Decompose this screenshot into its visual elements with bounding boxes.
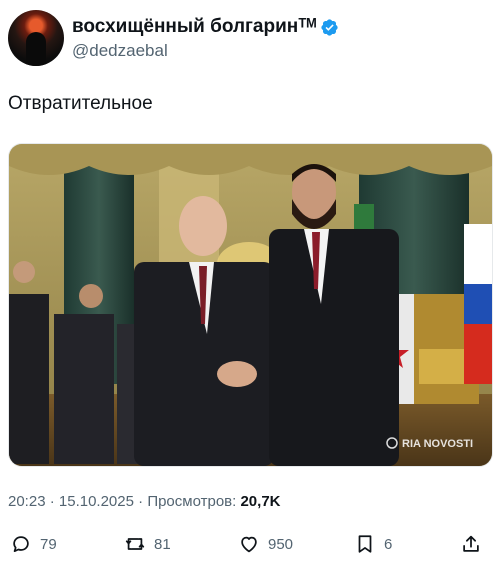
views-label: Просмотров: — [147, 493, 237, 510]
reply-button[interactable]: 79 — [10, 528, 57, 560]
share-icon — [463, 535, 479, 552]
bookmark-count: 6 — [384, 535, 393, 553]
repost-button[interactable]: 81 — [124, 528, 171, 560]
bookmark-icon — [358, 535, 372, 553]
meta-separator: · — [49, 493, 55, 510]
views-count: 20,7K — [240, 493, 281, 510]
like-count: 950 — [268, 535, 294, 553]
reply-icon — [13, 536, 29, 553]
heart-icon — [241, 536, 257, 553]
tweet-text: Отвратительное — [8, 93, 153, 114]
tweet-meta: 20:23 · 15.10.2025 · Просмотров: 20,7K — [8, 492, 281, 512]
avatar[interactable] — [8, 10, 64, 66]
tweet-header: восхищённый болгаринᵀᴹ @dedzaebal — [8, 10, 492, 66]
like-button[interactable]: 950 — [238, 528, 293, 560]
photo-watermark: RIA NOVOSTI — [402, 438, 473, 450]
tweet-actions: 79 81 950 6 — [8, 528, 492, 560]
tweet-photo[interactable]: RIA NOVOSTI — [8, 143, 493, 467]
author-names: восхищённый болгаринᵀᴹ @dedzaebal — [72, 16, 339, 62]
handle[interactable]: @dedzaebal — [72, 40, 339, 62]
display-name[interactable]: восхищённый болгаринᵀᴹ — [72, 16, 316, 38]
meta-separator: · — [138, 493, 144, 510]
tweet-time[interactable]: 20:23 — [8, 493, 46, 510]
verified-badge-icon — [320, 18, 339, 37]
tweet-date[interactable]: 15.10.2025 — [59, 493, 134, 510]
share-button[interactable] — [460, 528, 482, 560]
reply-count: 79 — [40, 535, 57, 553]
bookmark-button[interactable]: 6 — [354, 528, 392, 560]
repost-count: 81 — [154, 535, 171, 553]
repost-icon — [125, 538, 145, 550]
